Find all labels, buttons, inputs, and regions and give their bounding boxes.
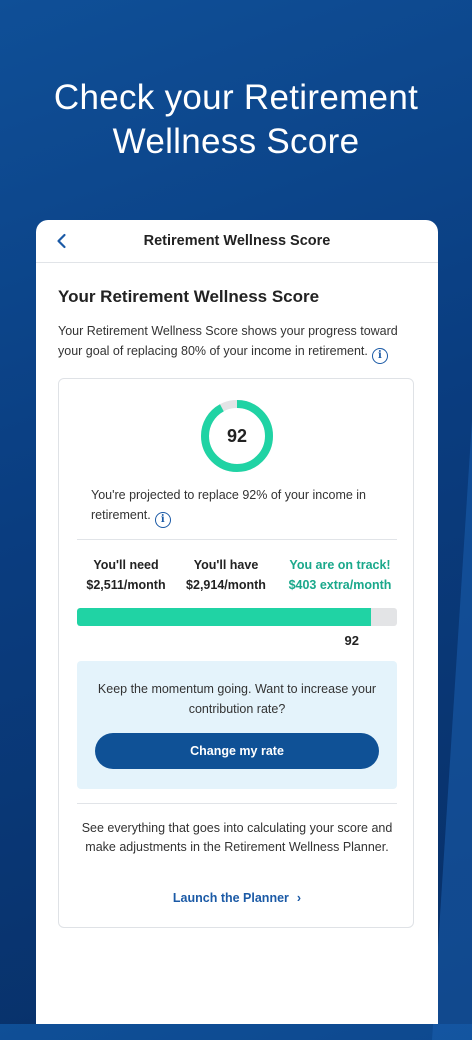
stat-need-value: $2,511/month bbox=[86, 578, 166, 592]
momentum-text: Keep the momentum going. Want to increas… bbox=[97, 682, 377, 716]
hero-headline-line2: Wellness Score bbox=[112, 122, 360, 161]
divider-bottom bbox=[77, 803, 397, 804]
score-donut: 92 bbox=[198, 397, 276, 475]
chevron-right-icon: › bbox=[296, 891, 302, 905]
projection-text-body: You're projected to replace 92% of your … bbox=[91, 488, 367, 522]
divider-top bbox=[77, 539, 397, 540]
planner-description: See everything that goes into calculatin… bbox=[81, 821, 393, 854]
projection-info-icon[interactable]: i bbox=[154, 512, 171, 528]
stat-track-label: You are on track! bbox=[289, 558, 391, 572]
nav-bar: Retirement Wellness Score bbox=[36, 220, 438, 263]
back-button[interactable] bbox=[52, 231, 72, 251]
score-value: 92 bbox=[226, 426, 248, 446]
launch-planner-label: Launch the Planner bbox=[172, 891, 289, 905]
section-description: Your Retirement Wellness Score shows you… bbox=[58, 321, 416, 364]
hero-headline-line1: Check your Retirement bbox=[53, 78, 419, 117]
change-rate-button[interactable]: Change my rate bbox=[95, 733, 379, 769]
progress-bar bbox=[77, 608, 397, 626]
stat-have-label: You'll have bbox=[193, 558, 259, 572]
stat-have-value: $2,914/month bbox=[186, 578, 266, 592]
stat-need: You'll need $2,511/month bbox=[71, 555, 181, 595]
app-screen: Retirement Wellness Score Your Retiremen… bbox=[36, 220, 438, 1024]
launch-planner-link[interactable]: Launch the Planner › bbox=[59, 891, 415, 905]
progress-bar-fill bbox=[77, 608, 372, 626]
section-description-text: Your Retirement Wellness Score shows you… bbox=[58, 324, 398, 358]
chevron-left-icon bbox=[57, 233, 66, 249]
stat-track-value: $403 extra/month bbox=[288, 578, 392, 592]
stat-track: You are on track! $403 extra/month bbox=[275, 555, 405, 595]
main-content: Your Retirement Wellness Score Your Reti… bbox=[36, 263, 438, 928]
progress-label: 92 bbox=[344, 633, 359, 648]
nav-title: Retirement Wellness Score bbox=[143, 233, 331, 249]
info-icon[interactable]: i bbox=[371, 348, 388, 364]
projection-text: You're projected to replace 92% of your … bbox=[91, 485, 391, 528]
background-accent bbox=[432, 420, 472, 1040]
section-title: Your Retirement Wellness Score bbox=[58, 287, 320, 306]
hero-headline: Check your Retirement Wellness Score bbox=[0, 76, 472, 164]
stat-have: You'll have $2,914/month bbox=[171, 555, 281, 595]
score-card: 92 You're projected to replace 92% of yo… bbox=[58, 378, 414, 928]
momentum-panel: Keep the momentum going. Want to increas… bbox=[77, 661, 397, 789]
stat-need-label: You'll need bbox=[93, 558, 159, 572]
